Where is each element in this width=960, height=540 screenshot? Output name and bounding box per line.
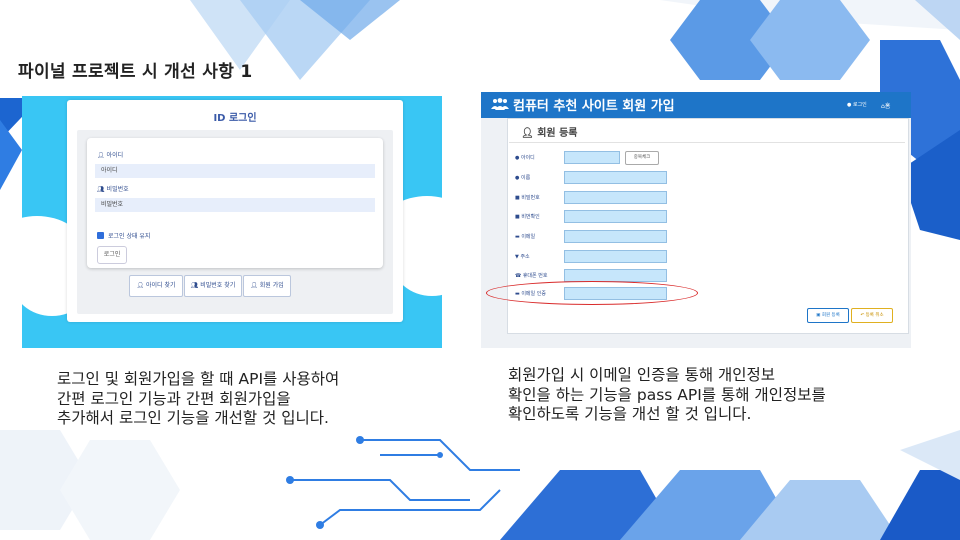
right-description: 회원가입 시 이메일 인증을 통해 개인정보 확인을 하는 기능을 pass A…: [508, 366, 826, 425]
right-description-line: 확인을 하는 기능을 pass API를 통해 개인정보를: [508, 385, 826, 404]
nav-home-link[interactable]: ⌂홈: [881, 101, 890, 110]
left-description-line: 추가해서 로그인 기능을 개선할 것 입니다.: [57, 409, 329, 427]
right-description-line: 회원가입 시 이메일 인증을 통해 개인정보: [508, 366, 776, 384]
id-label: 👤︎ 아이디: [97, 152, 124, 159]
id-input[interactable]: [564, 151, 620, 164]
field-label-name: ● 이름: [515, 175, 531, 181]
phone-icon: ☎: [515, 273, 522, 279]
user-edit-icon: 👤︎: [521, 128, 534, 139]
slide-title: 파이널 프로젝트 시 개선 사항 1: [18, 62, 253, 82]
field-label-password: ■ 비밀번호: [515, 195, 540, 201]
login-card: ID 로그인 👤︎ 아이디 아이디 👥︎ 비밀번호 비밀번호 로그인 상태 유지…: [67, 100, 403, 322]
map-marker-icon: ▼: [515, 254, 519, 260]
field-label-address: ▼ 주소: [515, 254, 530, 260]
undo-icon: ↶: [860, 313, 865, 318]
login-panel: 👤︎ 아이디 아이디 👥︎ 비밀번호 비밀번호 로그인 상태 유지 로그인 👤︎…: [77, 130, 393, 314]
signup-button[interactable]: 👤︎ 회원 가입: [243, 275, 291, 297]
password-input[interactable]: 비밀번호: [95, 198, 375, 212]
email-input[interactable]: [564, 230, 667, 243]
signup-screenshot: 컴퓨터 추천 사이트 회원 가입 ● 로그인 ⌂홈 👤︎ 회원 등록 ● 아이디…: [481, 92, 911, 348]
user-icon: 👤︎: [136, 282, 145, 289]
info-circle-icon: ●: [847, 102, 852, 108]
phone-input[interactable]: [564, 269, 667, 282]
login-screenshot: ID 로그인 👤︎ 아이디 아이디 👥︎ 비밀번호 비밀번호 로그인 상태 유지…: [22, 96, 442, 348]
users-icon: 👥︎: [190, 282, 199, 289]
left-description: 로그인 및 회원가입을 할 때 API를 사용하여 간편 로그인 기능과 간편 …: [57, 370, 339, 429]
divider: [509, 142, 905, 143]
lock-icon: ■: [515, 195, 520, 201]
email-verify-highlight: [486, 281, 698, 305]
duplicate-check-button[interactable]: 중복체크: [625, 151, 659, 165]
nav-login-link[interactable]: ● 로그인: [847, 101, 867, 108]
remember-checkbox[interactable]: [97, 232, 104, 239]
envelope-icon: ▬: [515, 234, 520, 240]
find-id-button[interactable]: 👤︎ 아이디 찾기: [129, 275, 183, 297]
field-label-email: ▬ 이메일: [515, 234, 536, 240]
login-form: 👤︎ 아이디 아이디 👥︎ 비밀번호 비밀번호 로그인 상태 유지 로그인: [87, 138, 383, 268]
right-description-line: 확인하도록 기능을 개선 할 것 입니다.: [508, 405, 752, 423]
password-confirm-input[interactable]: [564, 210, 667, 223]
lock-icon: ■: [515, 214, 520, 220]
users-icon: [491, 98, 509, 110]
user-icon: ●: [515, 175, 520, 181]
pw-label: 👥︎ 비밀번호: [97, 186, 129, 193]
field-label-id: ● 아이디: [515, 155, 535, 161]
id-input[interactable]: 아이디: [95, 164, 375, 178]
signup-section-title: 👤︎ 회원 등록: [521, 128, 578, 139]
user-plus-icon: 👤︎: [250, 282, 258, 289]
signup-header-bar: 컴퓨터 추천 사이트 회원 가입 ● 로그인 ⌂홈: [481, 92, 911, 118]
name-input[interactable]: [564, 171, 667, 184]
cancel-button[interactable]: ↶ 등록 취소: [851, 308, 893, 323]
address-input[interactable]: [564, 250, 667, 263]
find-password-button[interactable]: 👥︎ 비밀번호 찾기: [184, 275, 242, 297]
signup-header-title: 컴퓨터 추천 사이트 회원 가입: [513, 99, 675, 114]
remember-label: 로그인 상태 유지: [108, 233, 151, 240]
user-icon: 👤︎: [97, 152, 105, 159]
register-button[interactable]: ▣ 회원 등록: [807, 308, 849, 323]
users-icon: 👥︎: [97, 186, 105, 193]
login-button[interactable]: 로그인: [97, 246, 127, 264]
field-label-password-confirm: ■ 비번확인: [515, 214, 540, 220]
left-description-line: 로그인 및 회원가입을 할 때 API를 사용하여: [57, 370, 340, 388]
field-label-phone: ☎ 휴대폰 번호: [515, 273, 548, 279]
password-input[interactable]: [564, 191, 667, 204]
user-icon: ●: [515, 155, 520, 161]
save-icon: ▣: [816, 313, 821, 318]
left-description-line: 간편 로그인 기능과 간편 회원가입을: [57, 389, 291, 408]
